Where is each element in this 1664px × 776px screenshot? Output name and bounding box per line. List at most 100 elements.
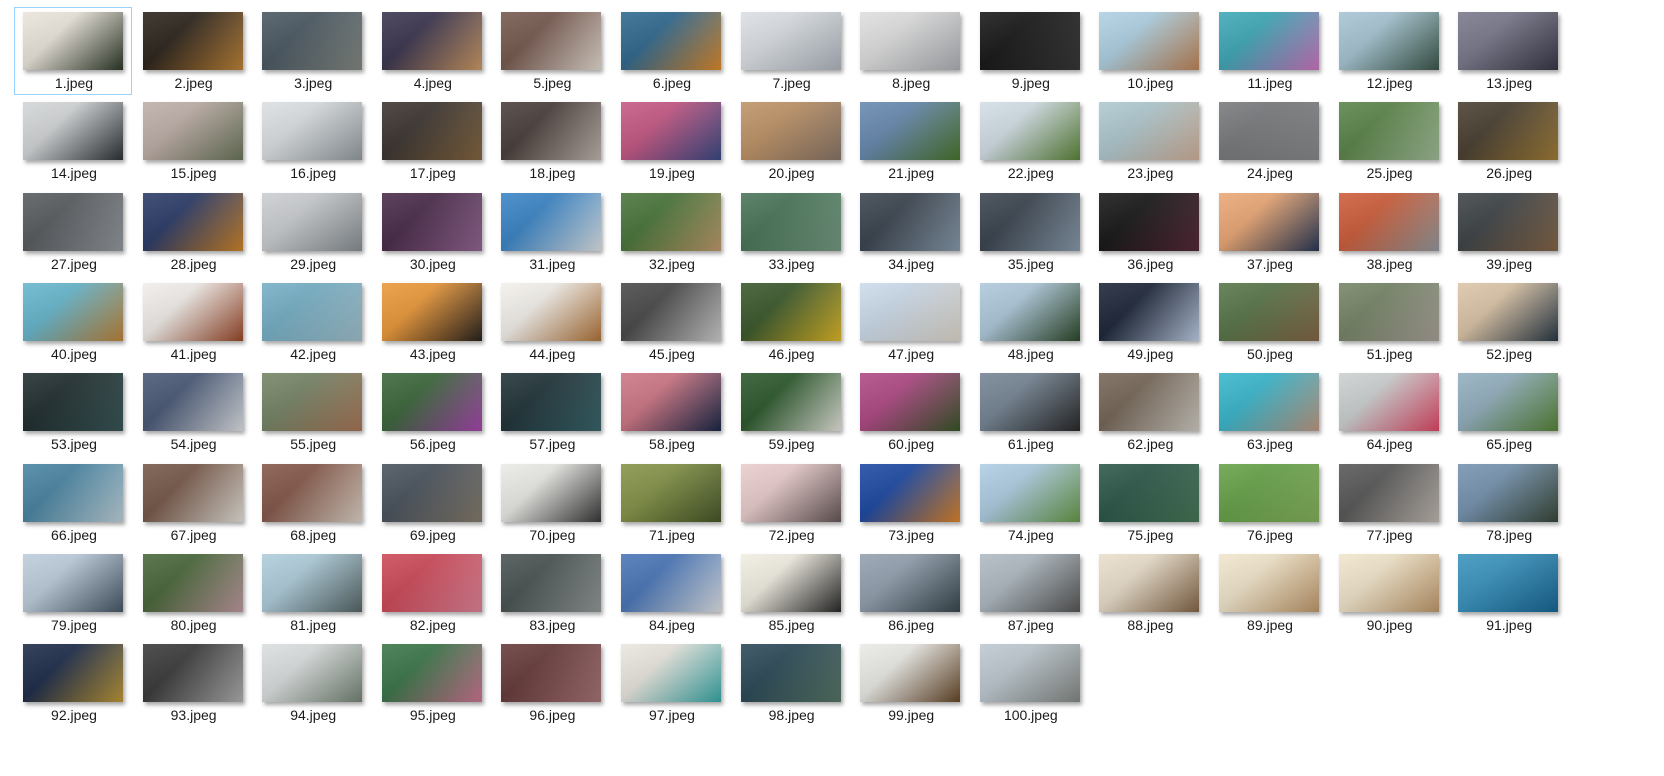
image-thumbnail[interactable] [23,102,123,161]
image-thumbnail[interactable] [740,553,841,612]
image-thumbnail[interactable] [1458,553,1559,612]
file-item[interactable]: 79.jpeg [14,549,132,637]
image-thumbnail[interactable] [979,644,1080,703]
image-thumbnail[interactable] [23,192,123,251]
image-thumbnail[interactable] [501,12,602,70]
image-thumbnail[interactable] [501,463,602,522]
image-thumbnail[interactable] [1099,192,1200,251]
image-thumbnail[interactable] [142,373,243,432]
file-item[interactable]: 7.jpeg [732,7,850,95]
image-thumbnail[interactable] [501,102,602,161]
image-thumbnail[interactable] [23,463,123,522]
image-thumbnail[interactable] [262,192,363,251]
image-thumbnail[interactable] [262,282,363,341]
file-item[interactable]: 20.jpeg [732,97,850,185]
image-thumbnail[interactable] [23,282,123,341]
image-thumbnail[interactable] [979,102,1080,161]
image-thumbnail[interactable] [262,463,363,522]
image-thumbnail[interactable] [381,12,482,70]
file-item[interactable]: 53.jpeg [14,368,132,456]
image-thumbnail[interactable] [262,12,363,70]
file-item[interactable]: 64.jpeg [1330,368,1448,456]
file-item[interactable]: 54.jpeg [134,368,252,456]
file-item[interactable]: 16.jpeg [253,97,371,185]
file-item[interactable]: 40.jpeg [14,278,132,366]
image-thumbnail[interactable] [142,553,243,612]
image-thumbnail[interactable] [979,553,1080,612]
image-thumbnail[interactable] [740,463,841,522]
image-thumbnail[interactable] [1219,373,1319,432]
image-thumbnail[interactable] [23,553,123,612]
image-thumbnail[interactable] [381,463,482,522]
file-item[interactable]: 47.jpeg [851,278,969,366]
file-item[interactable]: 21.jpeg [851,97,969,185]
file-item[interactable]: 96.jpeg [492,639,610,727]
file-item[interactable]: 91.jpeg [1449,549,1567,637]
image-thumbnail[interactable] [979,282,1080,341]
image-thumbnail[interactable] [1338,553,1439,612]
file-item[interactable]: 51.jpeg [1330,278,1448,366]
file-item[interactable]: 33.jpeg [732,188,850,276]
file-item[interactable]: 38.jpeg [1330,188,1448,276]
file-item[interactable]: 90.jpeg [1330,549,1448,637]
file-item[interactable]: 95.jpeg [373,639,491,727]
image-thumbnail[interactable] [979,373,1080,432]
file-item[interactable]: 77.jpeg [1330,459,1448,547]
file-item[interactable]: 58.jpeg [612,368,730,456]
file-item[interactable]: 31.jpeg [492,188,610,276]
image-thumbnail[interactable] [381,553,482,612]
image-thumbnail[interactable] [23,644,123,703]
file-item[interactable]: 65.jpeg [1449,368,1567,456]
file-item[interactable]: 37.jpeg [1210,188,1328,276]
image-thumbnail[interactable] [1458,12,1559,70]
file-item[interactable]: 66.jpeg [14,459,132,547]
image-thumbnail[interactable] [740,192,841,251]
image-thumbnail[interactable] [501,373,602,432]
file-item[interactable]: 43.jpeg [373,278,491,366]
file-item[interactable]: 97.jpeg [612,639,730,727]
image-thumbnail[interactable] [621,553,721,612]
image-thumbnail[interactable] [1338,463,1439,522]
file-item[interactable]: 99.jpeg [851,639,969,727]
image-thumbnail[interactable] [979,192,1080,251]
image-thumbnail[interactable] [1099,553,1200,612]
file-item[interactable]: 69.jpeg [373,459,491,547]
image-thumbnail[interactable] [1458,102,1559,161]
image-thumbnail[interactable] [262,644,363,703]
image-thumbnail[interactable] [860,192,961,251]
image-thumbnail[interactable] [1338,12,1439,70]
image-thumbnail[interactable] [381,192,482,251]
image-thumbnail[interactable] [740,282,841,341]
file-item[interactable]: 27.jpeg [14,188,132,276]
image-thumbnail[interactable] [1458,192,1559,251]
file-item[interactable]: 86.jpeg [851,549,969,637]
file-item[interactable]: 59.jpeg [732,368,850,456]
file-item[interactable]: 12.jpeg [1330,7,1448,95]
file-item[interactable]: 82.jpeg [373,549,491,637]
image-thumbnail[interactable] [1458,373,1559,432]
file-item[interactable]: 81.jpeg [253,549,371,637]
file-item[interactable]: 26.jpeg [1449,97,1567,185]
image-thumbnail[interactable] [1338,282,1439,341]
image-thumbnail[interactable] [621,463,721,522]
image-thumbnail[interactable] [860,282,961,341]
file-item[interactable]: 1.jpeg [14,7,132,95]
image-thumbnail[interactable] [142,644,243,703]
image-thumbnail[interactable] [262,102,363,161]
image-thumbnail[interactable] [501,644,602,703]
image-thumbnail[interactable] [860,102,961,161]
file-item[interactable]: 18.jpeg [492,97,610,185]
file-item[interactable]: 88.jpeg [1090,549,1208,637]
image-thumbnail[interactable] [501,282,602,341]
image-thumbnail[interactable] [1219,463,1319,522]
image-thumbnail[interactable] [1099,373,1200,432]
file-item[interactable]: 63.jpeg [1210,368,1328,456]
file-item[interactable]: 98.jpeg [732,639,850,727]
image-thumbnail[interactable] [621,373,721,432]
file-item[interactable]: 74.jpeg [971,459,1089,547]
file-item[interactable]: 11.jpeg [1210,7,1328,95]
image-thumbnail[interactable] [860,553,961,612]
file-item[interactable]: 52.jpeg [1449,278,1567,366]
image-thumbnail[interactable] [1219,102,1319,161]
image-thumbnail[interactable] [1458,463,1559,522]
